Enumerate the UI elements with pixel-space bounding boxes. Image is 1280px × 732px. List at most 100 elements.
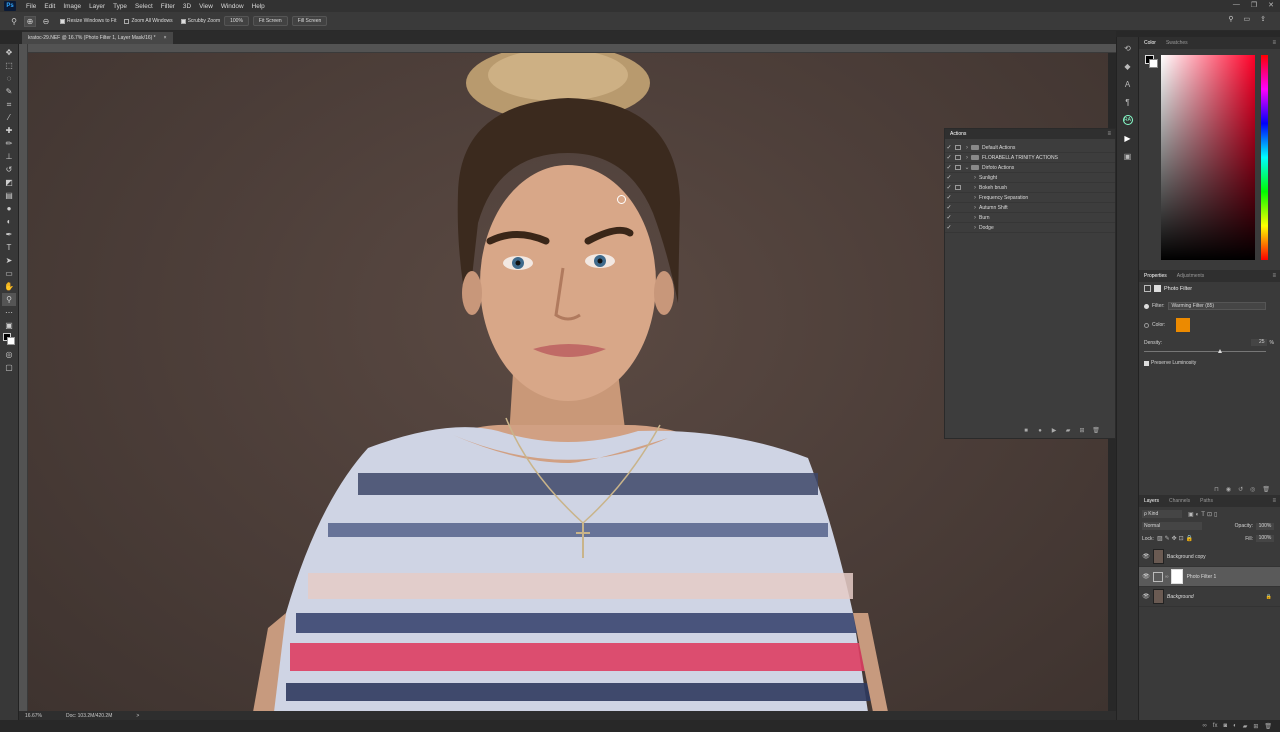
kind-filter-dropdown[interactable]: ρ Kind: [1142, 510, 1182, 518]
type-tool-icon[interactable]: T: [2, 241, 16, 254]
density-slider-handle[interactable]: [1218, 349, 1222, 353]
healing-brush-tool-icon[interactable]: ✚: [2, 124, 16, 137]
action-row[interactable]: ✓ › FLORABELLA TRINITY ACTIONS: [945, 153, 1115, 163]
zoom-in-icon[interactable]: ⊕: [24, 15, 36, 27]
default-colors-icon[interactable]: ▣: [2, 319, 16, 332]
fill-screen-button[interactable]: Fill Screen: [291, 16, 328, 26]
filter-icons[interactable]: ▣◐T⊡▯: [1188, 511, 1219, 518]
search-icon[interactable]: ⚲: [1228, 15, 1233, 23]
preserve-checkbox[interactable]: [1144, 360, 1149, 366]
quick-select-tool-icon[interactable]: ✎: [2, 85, 16, 98]
share-icon[interactable]: ⇪: [1260, 15, 1266, 23]
action-row[interactable]: ✓ › Default Actions: [945, 143, 1115, 153]
trash-icon[interactable]: 🗑: [1262, 486, 1270, 493]
opacity-input[interactable]: 100%: [1256, 522, 1274, 530]
tab-swatches[interactable]: Swatches: [1166, 40, 1188, 46]
rectangle-tool-icon[interactable]: ▭: [2, 267, 16, 280]
density-slider[interactable]: [1144, 351, 1266, 352]
tab-paths[interactable]: Paths: [1200, 498, 1213, 504]
zoom-out-icon[interactable]: ⊖: [40, 16, 52, 27]
view-previous-icon[interactable]: ◉: [1226, 486, 1231, 493]
color-field[interactable]: [1161, 55, 1255, 260]
lock-icons[interactable]: ▨✎✥⊡🔒: [1157, 535, 1195, 542]
menu-3d[interactable]: 3D: [179, 3, 195, 10]
visibility-eye-icon[interactable]: 👁: [1139, 593, 1153, 600]
actions-icon[interactable]: ▶: [1121, 133, 1135, 143]
menu-view[interactable]: View: [195, 3, 217, 10]
menu-edit[interactable]: Edit: [40, 3, 59, 10]
layer-name[interactable]: Background copy: [1167, 554, 1206, 560]
screen-mode-icon[interactable]: ▢: [2, 361, 16, 374]
folder-icon[interactable]: ▰: [1063, 426, 1073, 435]
gradient-tool-icon[interactable]: ▤: [2, 189, 16, 202]
crop-tool-icon[interactable]: ⌗: [2, 98, 16, 111]
character-icon[interactable]: A: [1121, 79, 1135, 89]
color-radio[interactable]: [1144, 322, 1149, 328]
record-icon[interactable]: ●: [1035, 426, 1045, 435]
brush-settings-icon[interactable]: ◆: [1121, 61, 1135, 71]
visibility-icon[interactable]: ◎: [1250, 486, 1255, 493]
close-tab-icon[interactable]: ×: [164, 35, 167, 41]
play-icon[interactable]: ▶: [1049, 426, 1059, 435]
new-group-icon[interactable]: ▰: [1243, 723, 1248, 730]
marquee-tool-icon[interactable]: ⬚: [2, 59, 16, 72]
action-row[interactable]: ✓ › Sunlight: [945, 173, 1115, 183]
info-icon[interactable]: ▣: [1121, 151, 1135, 161]
reset-icon[interactable]: ↺: [1238, 486, 1243, 493]
tab-color[interactable]: Color: [1144, 40, 1156, 46]
action-row[interactable]: ✓ › Bokeh brush: [945, 183, 1115, 193]
status-menu-arrow[interactable]: >: [136, 713, 139, 719]
zoom-tool-icon[interactable]: ⚲: [8, 16, 20, 27]
dodge-tool-icon[interactable]: ◐: [2, 215, 16, 228]
move-tool-icon[interactable]: ✥: [2, 46, 16, 59]
filter-color-swatch[interactable]: [1176, 318, 1191, 332]
link-layers-icon[interactable]: ∞: [1203, 723, 1207, 730]
zoom-100-button[interactable]: 100%: [224, 16, 249, 26]
blur-tool-icon[interactable]: ●: [2, 202, 16, 215]
menu-image[interactable]: Image: [59, 3, 85, 10]
panel-menu-icon[interactable]: ≡: [1272, 498, 1276, 504]
resize-windows-checkbox[interactable]: Resize Windows to Fit: [60, 18, 116, 24]
scrubby-zoom-checkbox[interactable]: Scrubby Zoom: [180, 18, 220, 24]
actions-tab[interactable]: Actions: [950, 131, 966, 137]
new-adjustment-icon[interactable]: ◐: [1233, 723, 1237, 730]
fx-icon[interactable]: fx: [1213, 723, 1218, 730]
minimize-button[interactable]: —: [1233, 1, 1240, 9]
fill-input[interactable]: 100%: [1256, 535, 1274, 542]
layer-name[interactable]: Photo Filter 1: [1187, 574, 1217, 580]
plugin-icon[interactable]: RA: [1122, 115, 1133, 125]
pen-tool-icon[interactable]: ✒: [2, 228, 16, 241]
close-button[interactable]: ✕: [1268, 1, 1274, 9]
density-input[interactable]: 25: [1250, 339, 1267, 346]
quick-mask-icon[interactable]: ◎: [2, 348, 16, 361]
new-layer-icon[interactable]: ⊞: [1253, 723, 1258, 730]
layer-row[interactable]: 👁 Background copy: [1139, 547, 1280, 567]
eyedropper-tool-icon[interactable]: ⁄: [2, 111, 16, 124]
action-row[interactable]: ✓ › Autumn Shift: [945, 203, 1115, 213]
action-row[interactable]: ✓ › Dodge: [945, 223, 1115, 233]
panel-menu-icon[interactable]: ≡: [1272, 40, 1276, 46]
layer-mask-thumbnail[interactable]: [1170, 569, 1183, 584]
menu-layer[interactable]: Layer: [85, 3, 109, 10]
layer-row[interactable]: 👁 Background 🔒: [1139, 587, 1280, 607]
menu-help[interactable]: Help: [248, 3, 269, 10]
clone-stamp-tool-icon[interactable]: ⊥: [2, 150, 16, 163]
stop-icon[interactable]: ■: [1021, 426, 1031, 435]
new-action-icon[interactable]: ⊞: [1077, 426, 1087, 435]
layer-row-selected[interactable]: 👁 ∞ Photo Filter 1: [1139, 567, 1280, 587]
layer-name[interactable]: Background: [1167, 594, 1194, 600]
action-row[interactable]: ✓ ⌄ Dirfoto Actions: [945, 163, 1115, 173]
panel-menu-icon[interactable]: ≡: [1107, 131, 1111, 137]
menu-filter[interactable]: Filter: [157, 3, 179, 10]
action-row[interactable]: ✓ › Frequency Separation: [945, 193, 1115, 203]
visibility-eye-icon[interactable]: 👁: [1139, 573, 1153, 580]
restore-button[interactable]: ❐: [1251, 1, 1257, 9]
paragraph-icon[interactable]: ¶: [1121, 97, 1135, 107]
zoom-all-windows-checkbox[interactable]: Zoom All Windows: [124, 18, 173, 24]
lasso-tool-icon[interactable]: ◌: [2, 72, 16, 85]
trash-icon[interactable]: 🗑: [1091, 426, 1101, 435]
action-row[interactable]: ✓ › Burn: [945, 213, 1115, 223]
visibility-eye-icon[interactable]: 👁: [1139, 553, 1153, 560]
tab-adjustments[interactable]: Adjustments: [1177, 273, 1205, 279]
history-icon[interactable]: ⟲: [1121, 43, 1135, 53]
